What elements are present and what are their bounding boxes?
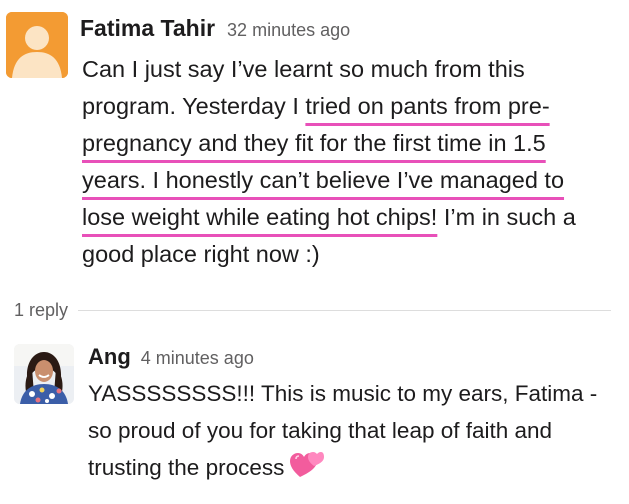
message-line: so proud of you for taking that leap of … [88,412,597,449]
divider-line [78,310,611,311]
timestamp[interactable]: 4 minutes ago [141,348,254,369]
thread-divider: 1 reply [14,300,611,321]
highlighted-text: lose weight while eating hot chips! [82,204,438,230]
user-photo-avatar-icon [14,344,74,404]
message-line: Can I just say I’ve learnt so much from … [82,51,576,88]
message-text: YASSSSSSSS!!! This is music to my ears, … [88,381,598,406]
highlighted-text: pregnancy and they fit for the first tim… [82,130,546,156]
highlighted-text: tried on pants from pre- [305,93,550,119]
message-line: trusting the process [88,449,597,486]
message-text: so proud of you for taking that leap of … [88,418,553,443]
message-text: Can I just say I’ve learnt so much from … [82,56,525,82]
message-text: good place right now :) [82,241,320,267]
author-name[interactable]: Ang [88,344,131,370]
message-line: good place right now :) [82,236,576,273]
default-user-avatar-icon [6,12,68,78]
avatar[interactable] [6,12,68,78]
reply-message: Ang 4 minutes ago YASSSSSSSS!!! This is … [0,330,629,504]
message: Fatima Tahir 32 minutes ago Can I just s… [0,0,629,290]
message-line: YASSSSSSSS!!! This is music to my ears, … [88,375,597,412]
message-text: program. Yesterday I [82,93,306,119]
message-body: YASSSSSSSS!!! This is music to my ears, … [88,375,597,486]
message-line: pregnancy and they fit for the first tim… [82,125,576,162]
message-header: Fatima Tahir 32 minutes ago [80,15,350,42]
message-line: program. Yesterday I tried on pants from… [82,88,576,125]
message-text: trusting the process [88,455,285,480]
message-body: Can I just say I’ve learnt so much from … [82,51,576,273]
two-hearts-icon [290,451,325,492]
message-header: Ang 4 minutes ago [88,344,254,370]
message-line: years. I honestly can’t believe I’ve man… [82,162,576,199]
message-text: I’m in such a [437,204,576,230]
message-line: lose weight while eating hot chips! I’m … [82,199,576,236]
avatar[interactable] [14,344,74,404]
reply-count[interactable]: 1 reply [14,300,68,321]
timestamp[interactable]: 32 minutes ago [227,20,350,41]
highlighted-text: years. I honestly can’t believe I’ve man… [82,167,565,193]
author-name[interactable]: Fatima Tahir [80,15,215,42]
